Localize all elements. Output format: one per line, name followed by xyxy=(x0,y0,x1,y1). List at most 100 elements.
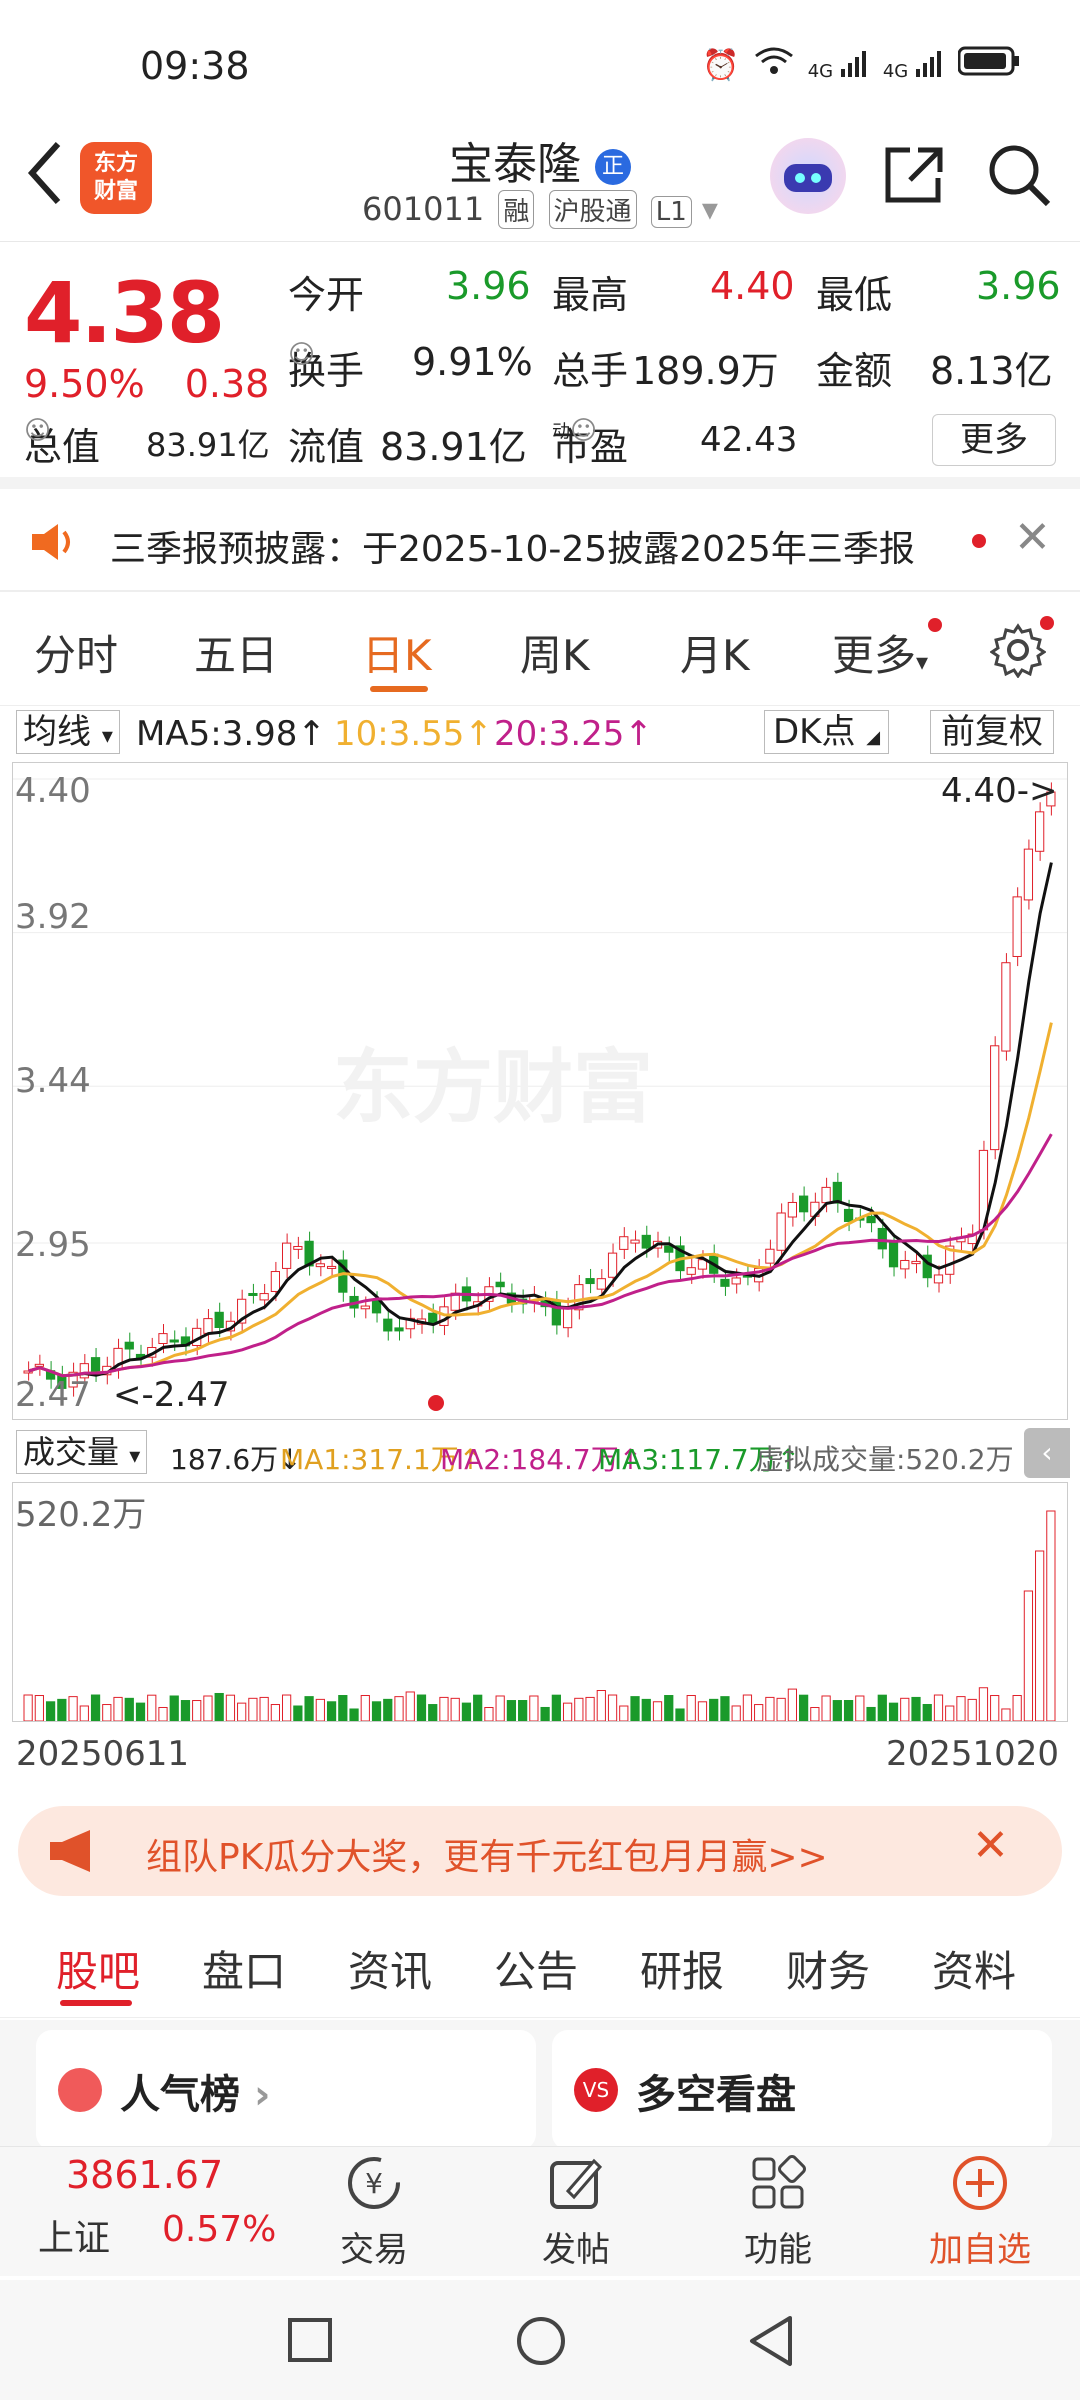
dk-point-button[interactable]: DK点 ◢ xyxy=(764,710,890,754)
status-time: 09:38 xyxy=(140,44,250,88)
volume-bar xyxy=(349,1708,359,1722)
home-icon[interactable] xyxy=(514,2314,568,2372)
tab-daily-k[interactable]: 日K xyxy=(362,622,432,683)
tab-announcements[interactable]: 公告 xyxy=(494,1938,578,1999)
y-label-2: 3.92 xyxy=(15,897,91,937)
tab-guba[interactable]: 股吧 xyxy=(56,1938,140,1999)
candle-body xyxy=(843,1208,854,1222)
candle-body xyxy=(900,1259,910,1270)
tab-more[interactable]: 更多▾ xyxy=(832,622,928,683)
volume-bar xyxy=(259,1696,269,1722)
level-tag: L1 xyxy=(650,196,692,228)
back-nav-icon[interactable] xyxy=(746,2314,796,2372)
volume-bar xyxy=(180,1700,191,1722)
volume-bar xyxy=(855,1695,865,1722)
volume-legend: 成交量 ▾ 187.6万↓ MA1:317.1万↑ MA2:184.7万↑ MA… xyxy=(0,1426,1080,1480)
notice-text: 三季报预披露：于2025-10-25披露2025年三季报 xyxy=(110,529,915,570)
high-value: 4.40 xyxy=(710,264,795,308)
recents-icon[interactable] xyxy=(286,2316,334,2368)
volume-bar xyxy=(742,1694,753,1722)
index-pct: 0.57% xyxy=(162,2209,277,2250)
share-icon[interactable] xyxy=(882,142,946,210)
volume-bar xyxy=(506,1700,517,1722)
tab-monthly-k[interactable]: 月K xyxy=(680,622,750,683)
volume-bar xyxy=(416,1694,427,1722)
svg-text:¥: ¥ xyxy=(365,2167,383,2200)
volume-bar xyxy=(304,1696,314,1722)
volume-bar xyxy=(1001,1708,1011,1722)
nav-add-watchlist[interactable]: 加自选 xyxy=(920,2153,1040,2271)
tab-research[interactable]: 研报 xyxy=(640,1938,724,1999)
bull-bear-card[interactable]: VS 多空看盘 xyxy=(552,2030,1052,2150)
volume-bar xyxy=(192,1700,202,1722)
tab-finance[interactable]: 财务 xyxy=(786,1938,870,1999)
volume-bar xyxy=(990,1695,1000,1722)
volume-bar xyxy=(102,1704,112,1722)
edit-icon xyxy=(550,2158,603,2209)
tab-5day[interactable]: 五日 xyxy=(194,622,278,683)
volume-bar xyxy=(911,1696,921,1722)
volume-bar xyxy=(473,1694,483,1722)
volume-chart[interactable]: 520.2万 xyxy=(12,1482,1068,1722)
candle-body xyxy=(765,1248,775,1264)
promo-close-icon[interactable]: ✕ xyxy=(972,1820,1009,1871)
settings-gear-icon[interactable] xyxy=(989,622,1047,682)
tab-intraday[interactable]: 分时 xyxy=(34,622,118,683)
tab-news[interactable]: 资讯 xyxy=(348,1938,432,1999)
popularity-card[interactable]: 人气榜 › xyxy=(36,2030,536,2150)
volume-bar xyxy=(888,1702,899,1722)
ai-assistant-icon[interactable] xyxy=(770,138,846,214)
volume-bar xyxy=(57,1698,67,1722)
notice-bar[interactable]: 三季报预披露：于2025-10-25披露2025年三季报 ✕ xyxy=(0,492,1080,592)
candlestick-chart[interactable]: 东方财富 4.40 3.92 3.44 2.95 2.47 4.40-> <-2… xyxy=(12,762,1068,1420)
search-icon[interactable] xyxy=(986,142,1052,212)
nav-post[interactable]: 发帖 xyxy=(516,2153,636,2271)
volume-bar xyxy=(113,1696,123,1722)
volume-bar xyxy=(933,1694,944,1722)
nav-trade[interactable]: ¥ 交易 xyxy=(314,2153,434,2271)
indicator-select[interactable]: 成交量 ▾ xyxy=(16,1430,148,1474)
candle-body xyxy=(1012,896,1022,957)
candle-body xyxy=(1023,848,1034,901)
volume-bar xyxy=(405,1691,415,1722)
nav-functions[interactable]: 功能 xyxy=(718,2153,838,2271)
tab-weekly-k[interactable]: 周K xyxy=(520,622,590,683)
volume-bar xyxy=(765,1696,775,1722)
volume-bar xyxy=(821,1695,831,1722)
candle-body xyxy=(259,1293,269,1301)
volume-bar xyxy=(832,1700,842,1722)
tab-pankou[interactable]: 盘口 xyxy=(202,1938,286,1999)
volume-bar xyxy=(326,1701,337,1722)
low-value: 3.96 xyxy=(976,264,1061,308)
close-icon[interactable]: ✕ xyxy=(1014,512,1051,563)
float-value: 83.91亿 xyxy=(380,425,527,469)
candle-body xyxy=(888,1242,899,1268)
quote-row-3: 总值 ☺ 83.91亿 流值 83.91亿 市盈动 ☺ 42.43 xyxy=(24,416,798,469)
adjust-button[interactable]: 前复权 xyxy=(930,710,1054,754)
signal2-icon: 4G xyxy=(883,49,944,82)
volume-value: 189.9万 xyxy=(632,349,779,393)
more-quote-button[interactable]: 更多 xyxy=(932,414,1056,466)
ma-type-select[interactable]: 均线 ▾ xyxy=(16,710,120,754)
volume-bar xyxy=(574,1697,584,1722)
signal-icon: 4G xyxy=(808,49,869,82)
volume-bar xyxy=(450,1697,460,1722)
promo-banner[interactable]: 组队PK瓜分大奖，更有千元红包月月赢>> ✕ xyxy=(18,1806,1062,1896)
volume-bar xyxy=(630,1696,640,1722)
period-tabs: 分时 五日 日K 周K 月K 更多▾ xyxy=(0,596,1080,706)
volume-bar xyxy=(866,1706,876,1722)
candle-body xyxy=(495,1281,505,1288)
ma20-label: 20:3.25↑ xyxy=(494,714,653,754)
tab-profile[interactable]: 资料 xyxy=(932,1938,1016,1999)
y-label-3: 3.44 xyxy=(15,1061,91,1101)
volume-bar xyxy=(877,1694,887,1722)
candle-body xyxy=(933,1274,944,1284)
volume-bar xyxy=(90,1694,101,1722)
collapse-icon[interactable]: ‹ xyxy=(1024,1428,1070,1478)
quote-panel: 4.38 9.50% 0.38 今开 3.96 最高 4.40 最低 3.96 换… xyxy=(0,244,1080,489)
volume-bar xyxy=(461,1702,472,1722)
dropdown-icon[interactable]: ▾ xyxy=(702,190,718,228)
ma5-label: MA5:3.98↑ xyxy=(136,714,326,754)
index-ticker[interactable]: 3861.67 上证 0.57% xyxy=(20,2153,280,2273)
volume-bar xyxy=(518,1700,528,1722)
